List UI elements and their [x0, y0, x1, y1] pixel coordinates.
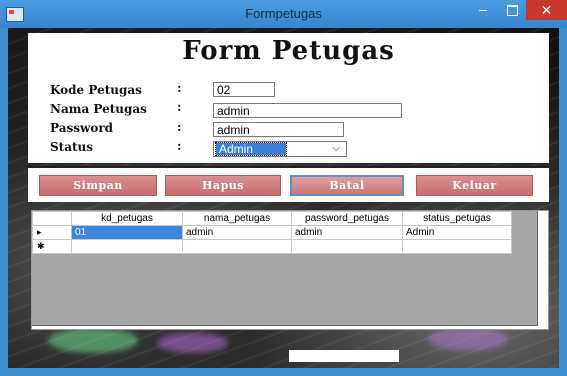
kode-petugas-colon: : — [177, 81, 182, 95]
form-panel: Kode Petugas : 02 Nama Petugas : admin P… — [28, 72, 549, 163]
data-grid[interactable]: kd_petugas nama_petugas password_petugas… — [32, 211, 538, 326]
close-button[interactable]: ✕ — [526, 0, 567, 20]
password-label: Password — [50, 121, 114, 135]
status-selected-value: Admin — [215, 142, 287, 156]
table-cell[interactable] — [402, 239, 512, 254]
chevron-down-icon[interactable]: ⌵ — [332, 142, 340, 156]
page-title: Form Petugas — [182, 36, 395, 66]
app-window: Formpetugas – ✕ Form Petugas Kode Petuga… — [0, 0, 567, 376]
column-header[interactable]: nama_petugas — [182, 211, 292, 226]
batal-button[interactable]: Batal — [290, 175, 404, 196]
background-glow — [428, 328, 508, 350]
keluar-button[interactable]: Keluar — [416, 175, 533, 196]
column-header[interactable]: password_petugas — [291, 211, 403, 226]
form-client-area: Form Petugas Kode Petugas : 02 Nama Petu… — [8, 28, 559, 368]
close-icon: ✕ — [540, 2, 553, 18]
grid-panel: kd_petugas nama_petugas password_petugas… — [31, 210, 549, 330]
current-row-indicator-icon: ▸ — [32, 225, 72, 240]
row-header-corner — [32, 211, 72, 226]
button-bar: Simpan Hapus Batal Keluar — [28, 166, 549, 202]
kode-petugas-field[interactable]: 02 — [213, 82, 275, 97]
status-strip — [289, 350, 399, 362]
table-row[interactable]: ▸ 01 admin admin Admin — [32, 225, 512, 240]
table-header-row: kd_petugas nama_petugas password_petugas… — [32, 211, 512, 226]
table-cell[interactable] — [291, 239, 403, 254]
kode-petugas-label: Kode Petugas — [50, 83, 142, 97]
table-row[interactable]: ✱ — [32, 239, 512, 254]
status-label: Status — [50, 140, 94, 154]
nama-petugas-label: Nama Petugas — [50, 102, 147, 116]
password-field[interactable]: admin — [213, 122, 344, 137]
header-panel: Form Petugas — [28, 33, 549, 75]
new-row-indicator-icon: ✱ — [32, 239, 72, 254]
table-cell[interactable]: Admin — [402, 225, 512, 240]
petugas-table: kd_petugas nama_petugas password_petugas… — [32, 211, 512, 254]
minimize-icon: – — [479, 1, 487, 17]
table-cell[interactable] — [71, 239, 183, 254]
maximize-icon — [507, 5, 518, 16]
table-cell[interactable]: 01 — [71, 225, 183, 240]
password-colon: : — [177, 120, 182, 134]
status-dropdown[interactable]: Admin ⌵ — [213, 141, 347, 157]
simpan-button[interactable]: Simpan — [39, 175, 157, 196]
table-cell[interactable]: admin — [182, 225, 292, 240]
nama-petugas-colon: : — [177, 100, 182, 114]
column-header[interactable]: status_petugas — [402, 211, 512, 226]
maximize-button[interactable] — [498, 0, 526, 20]
status-colon: : — [177, 139, 182, 153]
table-cell[interactable]: admin — [291, 225, 403, 240]
background-glow — [48, 328, 138, 353]
table-cell[interactable] — [182, 239, 292, 254]
nama-petugas-field[interactable]: admin — [213, 103, 402, 118]
hapus-button[interactable]: Hapus — [165, 175, 281, 196]
column-header[interactable]: kd_petugas — [71, 211, 183, 226]
minimize-button[interactable]: – — [468, 0, 498, 20]
background-glow — [158, 333, 228, 353]
title-bar[interactable]: Formpetugas – ✕ — [0, 0, 567, 28]
